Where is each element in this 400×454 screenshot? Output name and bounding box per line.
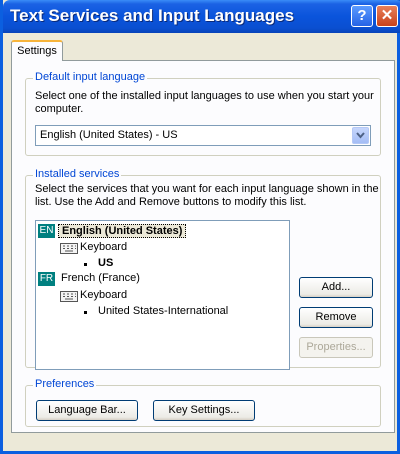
default-language-description-1: Select one of the installed input langua…: [35, 90, 374, 102]
close-button[interactable]: ✕: [376, 5, 398, 27]
title-bar[interactable]: Text Services and Input Languages ? ✕: [3, 0, 400, 33]
default-language-value: English (United States) - US: [40, 129, 178, 141]
keyboard-icon: [60, 291, 78, 302]
dropdown-arrow-button[interactable]: [352, 127, 369, 144]
installed-services-list[interactable]: EN English (United States) Keyboard US F…: [35, 220, 290, 370]
language-badge-icon: FR: [38, 272, 55, 286]
service-category-label: Keyboard: [80, 241, 128, 253]
language-item-fr[interactable]: FR French (France): [38, 271, 198, 287]
properties-button[interactable]: Properties...: [299, 337, 373, 358]
language-name: French (France): [61, 272, 140, 284]
dialog-window: Text Services and Input Languages ? ✕ Se…: [0, 0, 400, 454]
language-badge-icon: EN: [38, 224, 55, 238]
close-icon: ✕: [380, 7, 394, 24]
service-category-label: Keyboard: [80, 289, 128, 301]
language-bar-button[interactable]: Language Bar...: [36, 400, 138, 421]
window-title: Text Services and Input Languages: [10, 6, 295, 25]
default-language-group-label: Default input language: [33, 71, 148, 83]
chevron-down-icon: [356, 132, 365, 139]
help-icon: ?: [357, 7, 367, 24]
installed-services-description-1: Select the services that you want for ea…: [35, 183, 379, 195]
language-name: English (United States): [58, 224, 187, 238]
bullet-icon: [84, 311, 87, 314]
default-language-description-2: computer.: [35, 103, 84, 115]
keyboard-icon: [60, 243, 78, 254]
language-item-en[interactable]: EN English (United States): [38, 223, 198, 239]
key-settings-button[interactable]: Key Settings...: [153, 400, 255, 421]
installed-services-description-2: list. Use the Add and Remove buttons to …: [35, 196, 307, 208]
add-button[interactable]: Add...: [299, 277, 373, 298]
remove-button[interactable]: Remove: [299, 307, 373, 328]
default-language-dropdown[interactable]: English (United States) - US: [35, 125, 371, 146]
help-button[interactable]: ?: [351, 5, 373, 27]
bullet-icon: [84, 263, 87, 266]
service-item-label: US: [98, 257, 114, 269]
preferences-group-label: Preferences: [33, 378, 97, 390]
service-item-label: United States-International: [98, 305, 229, 317]
tab-settings[interactable]: Settings: [11, 40, 63, 61]
installed-services-group-label: Installed services: [33, 168, 122, 180]
tab-settings-label: Settings: [17, 45, 57, 57]
